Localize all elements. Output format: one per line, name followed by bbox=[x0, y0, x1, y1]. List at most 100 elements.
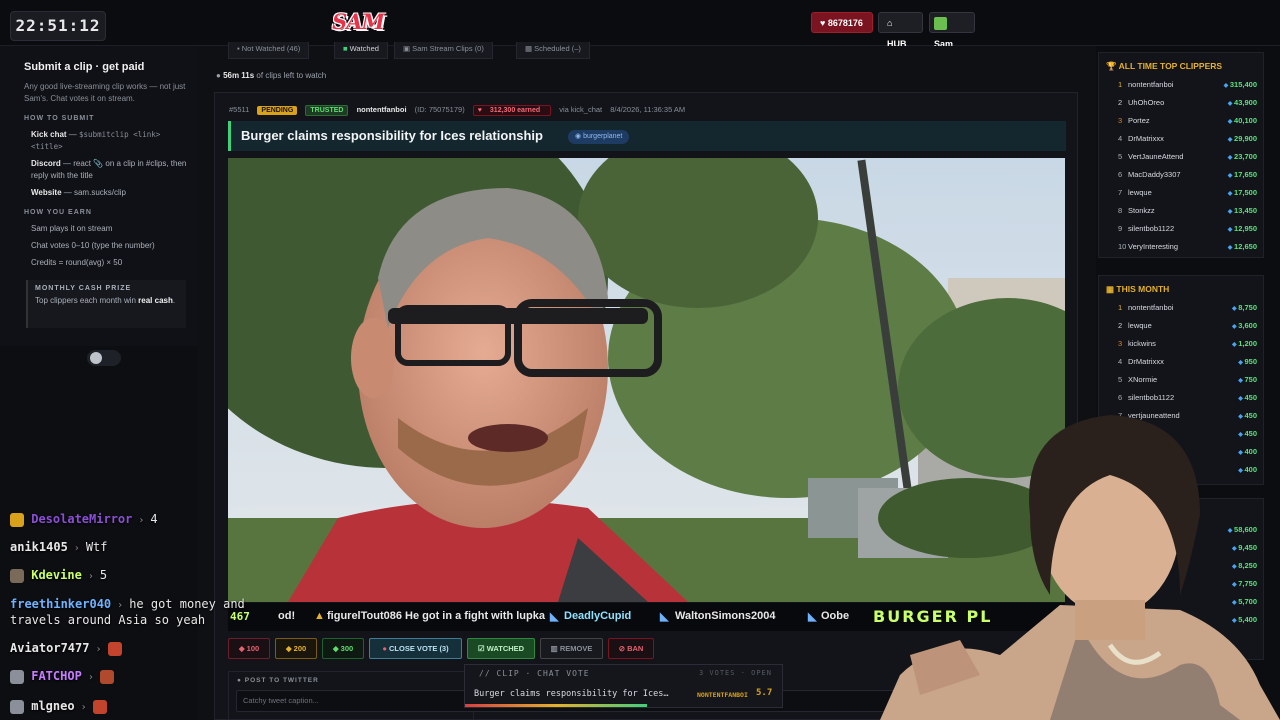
chat-username: anik1405 bbox=[10, 540, 68, 554]
chevron-right-icon: › bbox=[95, 644, 102, 655]
leaderboard-row[interactable]: 1 nontentfanboi 8,750 bbox=[1109, 303, 1257, 317]
clip-title-bar: Burger claims responsibility for Ices re… bbox=[228, 121, 1066, 151]
leaderboard-row[interactable]: 7 lewque 17,500 bbox=[1109, 188, 1257, 202]
prize-text: Top clippers each month win real cash. bbox=[35, 295, 179, 307]
clipper-name: Portez bbox=[1128, 116, 1150, 125]
calendar-icon: ▦ bbox=[1106, 284, 1117, 294]
chat-message-continued: travels around Asia so yeah bbox=[10, 613, 206, 627]
leaderboard-row[interactable]: 5 VertJauneAttend 23,700 bbox=[1109, 152, 1257, 166]
monthly-prize-box: MONTHLY CASH PRIZE Top clippers each mon… bbox=[26, 280, 186, 328]
kick-dash: — bbox=[66, 130, 80, 139]
clip-title: Burger claims responsibility for Ices re… bbox=[241, 128, 543, 143]
website-instructions: Website — sam.sucks/clip bbox=[31, 187, 191, 199]
leaderboard-row[interactable]: 10VeryInteresting 12,650 bbox=[1109, 242, 1257, 256]
tab-watched[interactable]: ■ Watched bbox=[334, 42, 388, 59]
leaderboard-row[interactable]: 3 Portez 40,100 bbox=[1109, 116, 1257, 130]
this-month-heading-label: THIS MONTH bbox=[1116, 284, 1170, 294]
ticker-icon: ◣ bbox=[660, 611, 669, 623]
all-time-leaderboard: 🏆 ALL TIME TOP CLIPPERS 1nontentfanboi31… bbox=[1098, 52, 1264, 258]
chat-username: freethinker040 bbox=[10, 597, 112, 611]
remove-button[interactable]: ▥ REMOVE bbox=[540, 638, 603, 659]
rank: 5 bbox=[1118, 152, 1123, 161]
leaderboard-row[interactable]: 3 kickwins 1,200 bbox=[1109, 339, 1257, 353]
submitter-name[interactable]: nontentfanboi bbox=[357, 105, 407, 114]
leaderboard-row[interactable]: 6 MacDaddy3307 17,650 bbox=[1109, 170, 1257, 184]
vote-heading: // CLIP · CHAT VOTE bbox=[479, 669, 590, 678]
ticker-item: WaltonSimons2004 bbox=[675, 610, 776, 622]
earned-badge: ♥ 312,300 earned bbox=[472, 105, 552, 116]
site-logo[interactable]: SAM SUCKS bbox=[306, 5, 410, 68]
clipper-credits: 3,600 bbox=[1232, 321, 1257, 330]
all-time-heading: 🏆 ALL TIME TOP CLIPPERS bbox=[1106, 61, 1222, 72]
ban-icon: ⊘ bbox=[618, 644, 628, 653]
diamond-icon: ♥ bbox=[820, 18, 828, 28]
clipper-credits: 315,400 bbox=[1224, 80, 1257, 89]
tab-scheduled[interactable]: ▦ Scheduled (–) bbox=[516, 42, 590, 59]
chat-message: freethinker040 › he got money and bbox=[10, 597, 245, 611]
chat-message: mlgneo › bbox=[10, 699, 107, 714]
remove-label: REMOVE bbox=[559, 644, 593, 653]
ticker-icon: ◣ bbox=[808, 611, 817, 623]
clip-id: #5511 bbox=[229, 105, 250, 114]
calendar-icon: ▦ bbox=[525, 44, 535, 53]
leaderboard-row[interactable]: 5 XNormie 750 bbox=[1109, 375, 1257, 389]
tab-not-watched[interactable]: ▪ Not Watched (46) bbox=[228, 42, 310, 59]
credits-badge[interactable]: ♥ 8678176 bbox=[811, 12, 873, 33]
streamer-webcam bbox=[880, 405, 1280, 720]
chat-message: anik1405 › Wtf bbox=[10, 540, 108, 554]
clipper-name: lewque bbox=[1128, 321, 1152, 330]
chat-username: mlgneo bbox=[31, 699, 75, 713]
rank: 3 bbox=[1118, 339, 1123, 348]
submit-info-panel: Submit a clip · get paid Any good live-s… bbox=[0, 46, 198, 346]
tab-not-watched-label: Not Watched (46) bbox=[241, 44, 301, 53]
clock-icon: ● bbox=[216, 71, 224, 80]
award-200-label: 200 bbox=[293, 644, 307, 653]
leaderboard-row[interactable]: 2 UhOhOreo 43,900 bbox=[1109, 98, 1257, 112]
ban-button[interactable]: ⊘ BAN bbox=[608, 638, 654, 659]
watched-button[interactable]: ☑ WATCHED bbox=[467, 638, 535, 659]
leaderboard-row[interactable]: 9 silentbob1122 12,950 bbox=[1109, 224, 1257, 238]
earned-value: 312,300 earned bbox=[489, 107, 541, 114]
trophy-icon: 🏆 bbox=[1106, 61, 1119, 71]
clip-tag[interactable]: ◉ burgerplanet bbox=[568, 130, 630, 144]
theme-toggle[interactable] bbox=[87, 350, 121, 366]
submitter-id: (ID: 75075179) bbox=[414, 105, 465, 114]
status-badge: PENDING bbox=[257, 106, 298, 115]
clip-tag-label: burgerplanet bbox=[583, 133, 623, 140]
clipper-credits: 13,450 bbox=[1228, 206, 1257, 215]
discord-label: Discord bbox=[31, 159, 61, 168]
award-300-label: 300 bbox=[340, 644, 354, 653]
earn-step-2: Chat votes 0–10 (type the number) bbox=[31, 241, 155, 250]
leaderboard-row[interactable]: 8 Stonkzz 13,450 bbox=[1109, 206, 1257, 220]
leaderboard-row[interactable]: 4 DrMatrixxx 950 bbox=[1109, 357, 1257, 371]
all-time-heading-label: ALL TIME TOP CLIPPERS bbox=[1118, 61, 1223, 71]
chat-message: DesolateMirror › 4 bbox=[10, 512, 158, 527]
website-text[interactable]: — sam.sucks/clip bbox=[62, 188, 126, 197]
leaderboard-row[interactable]: 2 lewque 3,600 bbox=[1109, 321, 1257, 335]
rank: 2 bbox=[1118, 321, 1123, 330]
award-300-button[interactable]: ◆ 300 bbox=[322, 638, 364, 659]
award-200-button[interactable]: ◆ 200 bbox=[275, 638, 317, 659]
close-vote-button[interactable]: ● CLOSE VOTE (3) bbox=[369, 638, 462, 659]
leaderboard-row[interactable]: 1 nontentfanboi 315,400 bbox=[1109, 80, 1257, 94]
chevron-right-icon: › bbox=[73, 543, 80, 554]
vote-clip-user: NONTENTFANBOI bbox=[697, 691, 748, 699]
vote-clip-caption: Burger claims responsibility for Ices… bbox=[474, 689, 669, 699]
clipper-name: nontentfanboi bbox=[1128, 303, 1174, 312]
chevron-right-icon: › bbox=[87, 571, 94, 582]
chevron-right-icon: › bbox=[117, 600, 124, 611]
tag-icon: ◉ bbox=[575, 133, 584, 140]
clip-source: via kick_chat bbox=[559, 105, 603, 114]
submit-subtitle: Any good live-streaming clip works — not… bbox=[24, 82, 186, 103]
tab-sam-stream-clips[interactable]: ▣ Sam Stream Clips (0) bbox=[394, 42, 493, 59]
hub-button[interactable]: ⌂ HUB bbox=[878, 12, 923, 49]
clipper-name: lewque bbox=[1128, 188, 1152, 197]
check-icon: ☑ bbox=[477, 644, 487, 653]
user-menu-button[interactable]: Sam bbox=[929, 12, 975, 49]
earn-step-1: Sam plays it on stream bbox=[31, 224, 113, 233]
clipper-credits: 750 bbox=[1238, 375, 1257, 384]
rank: 10 bbox=[1118, 242, 1127, 251]
chevron-right-icon: › bbox=[138, 515, 145, 526]
leaderboard-row[interactable]: 4 DrMatrixxx 29,900 bbox=[1109, 134, 1257, 148]
chat-text: Wtf bbox=[85, 540, 108, 554]
